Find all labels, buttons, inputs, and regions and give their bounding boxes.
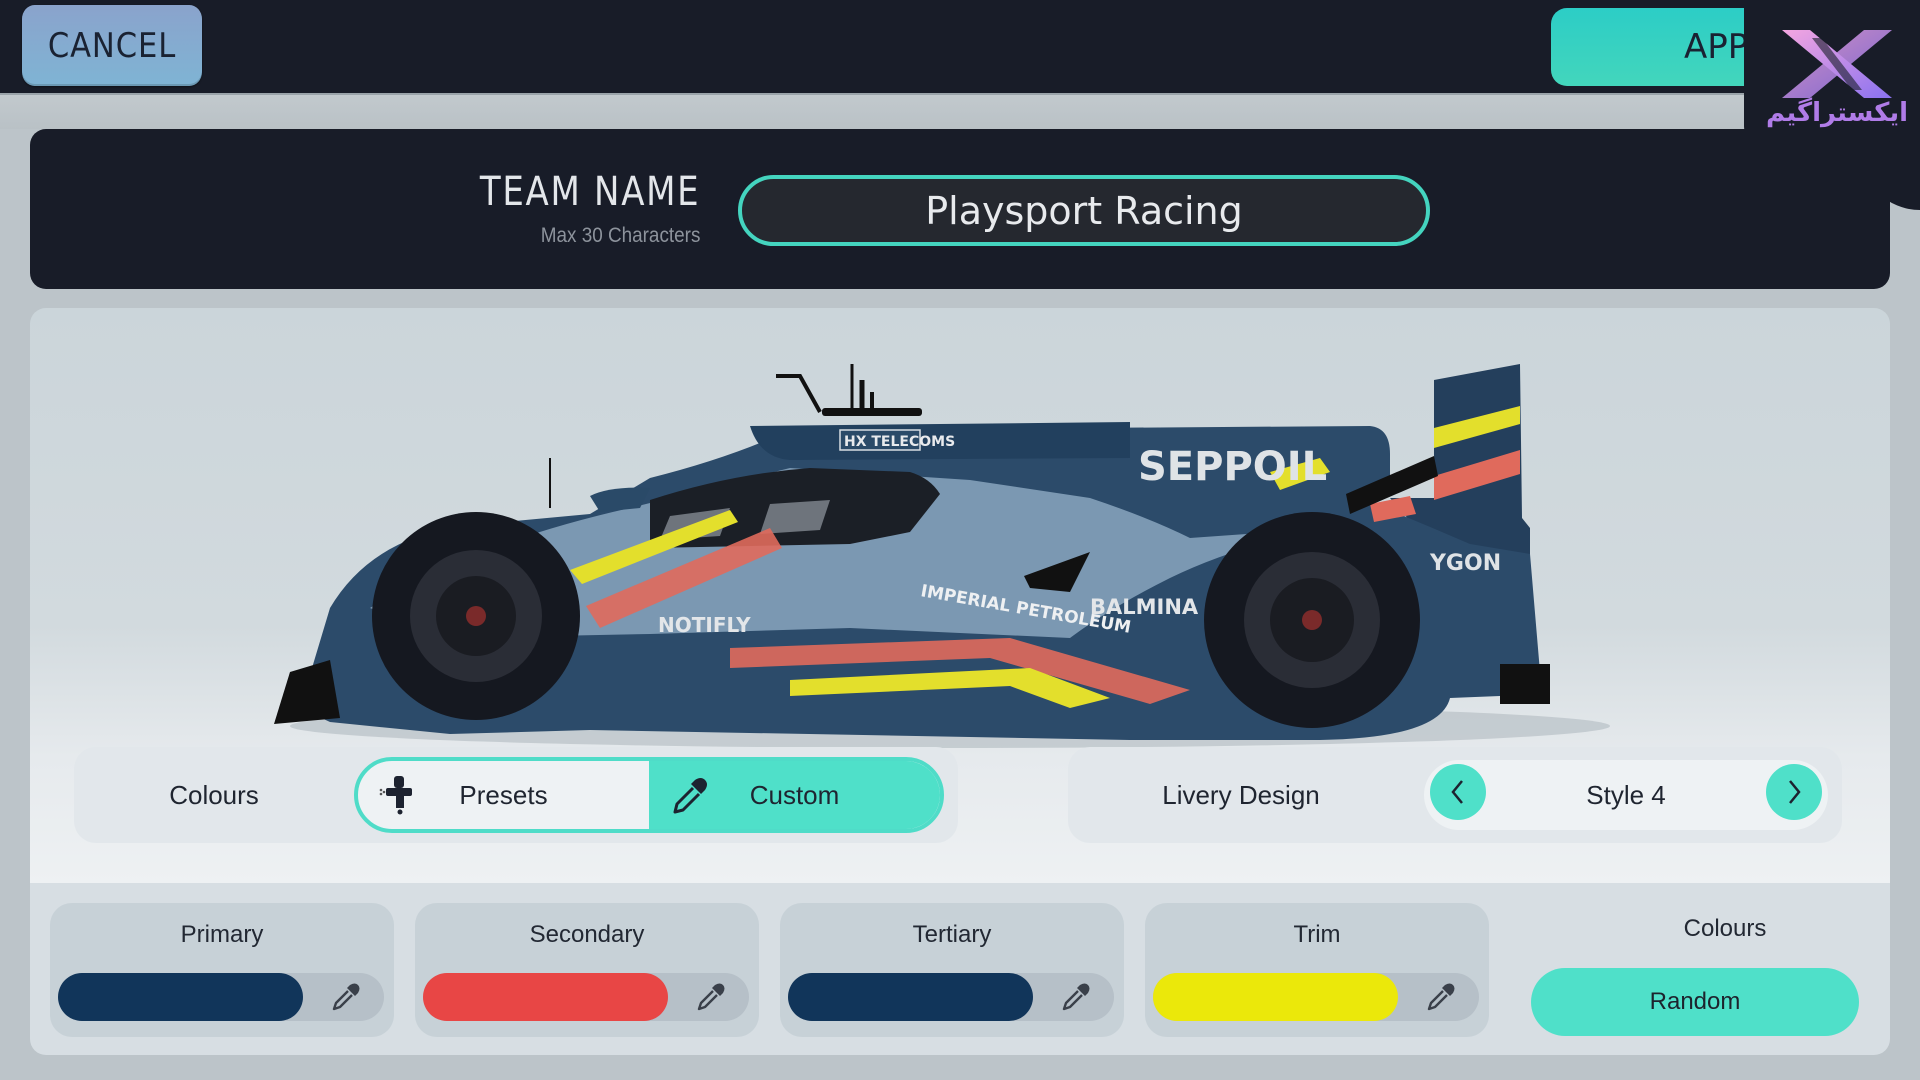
team-name-label: TEAM NAME xyxy=(479,169,700,215)
chevron-left-icon xyxy=(1451,780,1463,804)
sponsor-hx-telecoms: HX TELECOMS xyxy=(844,434,955,450)
watermark-text: ایکستراگیم xyxy=(1765,98,1909,128)
eyedropper-icon[interactable] xyxy=(330,981,362,1013)
sponsor-seppoil: SEPPOIL xyxy=(1138,444,1327,490)
tertiary-colour-picker[interactable] xyxy=(788,973,1114,1021)
eyedropper-icon[interactable] xyxy=(695,981,727,1013)
eyedropper-icon[interactable] xyxy=(1060,981,1092,1013)
custom-label: Custom xyxy=(749,779,840,810)
livery-style-picker: Style 4 xyxy=(1424,760,1828,830)
primary-swatch[interactable] xyxy=(58,973,303,1021)
random-colours-label: Colours xyxy=(1683,915,1767,942)
tertiary-swatch[interactable] xyxy=(788,973,1033,1021)
colour-palette-panel: Primary Secondary Tertiary Trim Colours … xyxy=(30,883,1890,1055)
top-divider-band xyxy=(0,93,1920,129)
trim-label: Trim xyxy=(1293,921,1341,948)
team-name-input[interactable] xyxy=(738,175,1430,246)
team-name-panel: TEAM NAME Max 30 Characters xyxy=(30,129,1890,289)
team-name-hint: Max 30 Characters xyxy=(540,224,700,247)
sponsor-balmina: BALMINA xyxy=(1090,595,1199,619)
primary-colour-picker[interactable] xyxy=(58,973,384,1021)
random-colours-button[interactable]: Random xyxy=(1531,968,1859,1036)
eyedropper-icon xyxy=(673,778,707,814)
secondary-colour-picker[interactable] xyxy=(423,973,749,1021)
trim-swatch[interactable] xyxy=(1153,973,1398,1021)
tertiary-label: Tertiary xyxy=(912,921,992,948)
primary-label: Primary xyxy=(180,921,264,948)
colours-mode-panel: Colours Presets Custom xyxy=(74,747,958,843)
sponsor-ygon: YGON xyxy=(1429,551,1501,576)
presets-label: Presets xyxy=(459,779,548,810)
secondary-colour-card: Secondary xyxy=(415,903,759,1037)
secondary-swatch[interactable] xyxy=(423,973,668,1021)
spray-gun-icon xyxy=(379,776,412,815)
front-wheel xyxy=(372,512,580,720)
secondary-label: Secondary xyxy=(529,921,645,948)
trim-colour-card: Trim xyxy=(1145,903,1489,1037)
presets-tab[interactable]: Presets xyxy=(358,761,649,829)
colours-mode-label: Colours xyxy=(169,779,259,810)
chevron-right-icon xyxy=(1789,780,1801,804)
eyedropper-icon[interactable] xyxy=(1425,981,1457,1013)
livery-design-label: Livery Design xyxy=(1162,779,1320,810)
cancel-button[interactable]: CANCEL xyxy=(22,5,202,86)
sponsor-notifly: NOTIFLY xyxy=(658,613,751,637)
rear-wheel xyxy=(1204,512,1420,728)
livery-design-panel: Livery Design Style 4 xyxy=(1068,747,1842,843)
x-logo-icon xyxy=(1782,30,1892,98)
tertiary-colour-card: Tertiary xyxy=(780,903,1124,1037)
custom-tab[interactable]: Custom xyxy=(649,761,940,829)
trim-colour-picker[interactable] xyxy=(1153,973,1479,1021)
livery-next-button[interactable] xyxy=(1766,764,1822,820)
colours-mode-toggle: Presets Custom xyxy=(354,757,944,833)
livery-prev-button[interactable] xyxy=(1430,764,1486,820)
primary-colour-card: Primary xyxy=(50,903,394,1037)
livery-style-value: Style 4 xyxy=(1586,779,1666,810)
